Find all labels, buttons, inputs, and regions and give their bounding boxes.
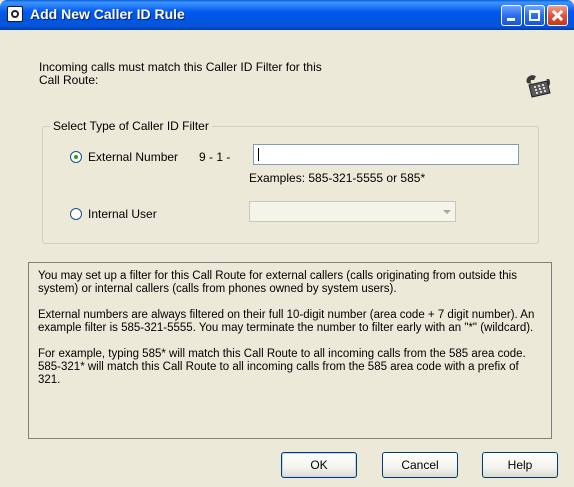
- dialog-window: Add New Caller ID Rule Incoming calls mu…: [0, 0, 574, 487]
- external-number-label[interactable]: External Number: [88, 150, 178, 164]
- telephone-icon: [526, 75, 551, 98]
- cancel-button[interactable]: Cancel: [382, 452, 458, 478]
- info-paragraph-1: You may set up a filter for this Call Ro…: [38, 270, 517, 295]
- text-caret: [258, 148, 259, 161]
- app-logo-icon: [7, 6, 23, 22]
- internal-user-label[interactable]: Internal User: [88, 207, 157, 221]
- external-number-radio[interactable]: [70, 151, 82, 163]
- help-button[interactable]: Help: [482, 452, 558, 478]
- minimize-button[interactable]: [501, 5, 522, 26]
- group-legend: Select Type of Caller ID Filter: [50, 119, 212, 133]
- internal-user-select[interactable]: [249, 201, 456, 222]
- ok-button[interactable]: OK: [281, 452, 357, 478]
- examples-hint: Examples: 585-321-5555 or 585*: [249, 171, 426, 185]
- close-icon: [548, 6, 567, 25]
- intro-text: Incoming calls must match this Caller ID…: [39, 60, 322, 87]
- chevron-down-icon[interactable]: [438, 202, 455, 221]
- window-title: Add New Caller ID Rule: [30, 6, 185, 22]
- help-text-box: You may set up a filter for this Call Ro…: [28, 262, 552, 439]
- minimize-icon: [507, 18, 515, 21]
- external-number-input[interactable]: [253, 144, 519, 165]
- dial-prefix-label: 9 - 1 -: [199, 150, 231, 164]
- title-bar[interactable]: Add New Caller ID Rule: [0, 0, 574, 30]
- close-button[interactable]: [547, 5, 568, 26]
- info-paragraph-3: For example, typing 585* will match this…: [38, 348, 526, 386]
- info-paragraph-2: External numbers are always filtered on …: [38, 309, 535, 334]
- maximize-button[interactable]: [524, 5, 545, 26]
- maximize-icon: [529, 10, 540, 21]
- internal-user-radio[interactable]: [70, 208, 82, 220]
